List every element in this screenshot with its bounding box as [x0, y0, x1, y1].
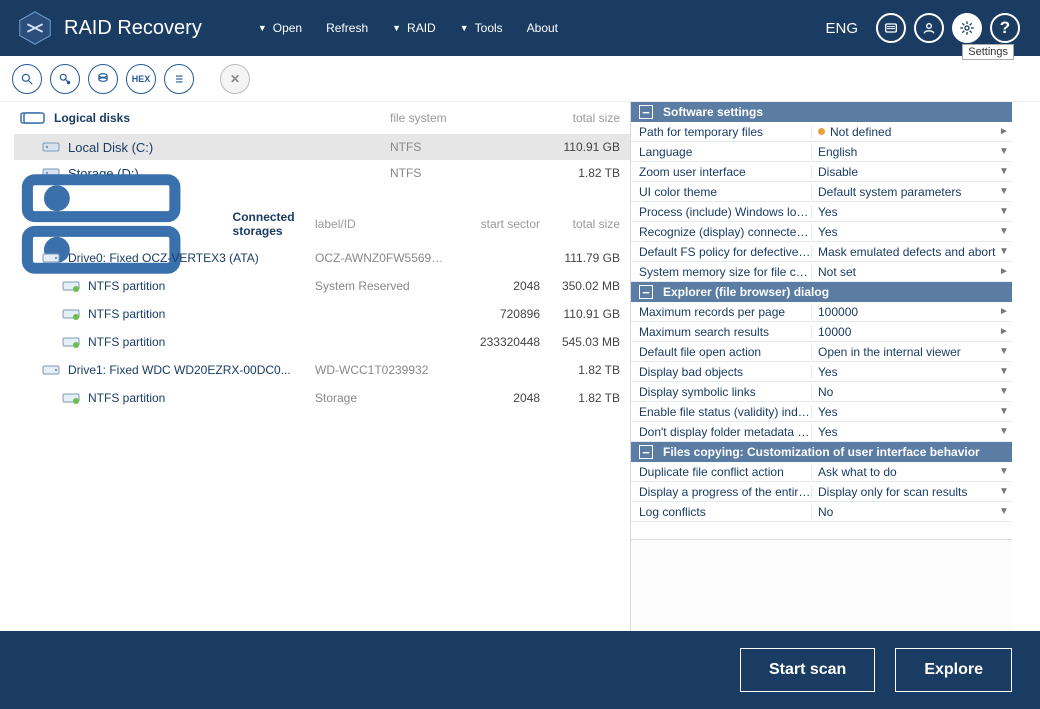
logical-disks-heading-text: Logical disks: [54, 111, 390, 125]
settings-icon[interactable]: [952, 13, 982, 43]
settings-row[interactable]: Recognize (display) connected me...Yes▼: [631, 222, 1012, 242]
chevron-down-icon: ▼: [996, 426, 1012, 437]
settings-section-header[interactable]: −Explorer (file browser) dialog: [631, 282, 1012, 302]
chevron-down-icon: ▼: [996, 226, 1012, 237]
main-menu: ▼Open▼Refresh▼RAID▼Tools▼About: [246, 21, 570, 35]
settings-section-header[interactable]: −Software settings: [631, 102, 1012, 122]
list-tool-icon[interactable]: [164, 64, 194, 94]
settings-tooltip: Settings: [962, 44, 1014, 60]
close-tool-icon[interactable]: ✕: [220, 64, 250, 94]
chevron-down-icon: ▼: [996, 206, 1012, 217]
collapse-icon[interactable]: −: [639, 445, 653, 459]
user-icon[interactable]: [914, 13, 944, 43]
settings-row[interactable]: Default FS policy for defective blo...Ma…: [631, 242, 1012, 262]
arrow-right-icon: ►: [996, 326, 1012, 337]
raid-tool-icon[interactable]: [88, 64, 118, 94]
settings-row[interactable]: UI color themeDefault system parameters▼: [631, 182, 1012, 202]
chevron-down-icon: ▼: [996, 346, 1012, 357]
footer: Start scan Explore: [0, 631, 1040, 709]
arrow-right-icon: ►: [996, 266, 1012, 277]
settings-sidebar: −Software settingsPath for temporary fil…: [630, 102, 1012, 631]
search-tool-icon[interactable]: [12, 64, 42, 94]
collapse-icon[interactable]: −: [639, 105, 653, 119]
app-header: RAID Recovery ▼Open▼Refresh▼RAID▼Tools▼A…: [0, 0, 1040, 56]
settings-row[interactable]: Maximum records per page100000►: [631, 302, 1012, 322]
arrow-right-icon: ►: [996, 126, 1012, 137]
partition-row[interactable]: NTFS partition233320448545.03 MB: [14, 328, 630, 356]
chevron-down-icon: ▼: [996, 486, 1012, 497]
collapse-icon[interactable]: −: [639, 285, 653, 299]
arrow-right-icon: ►: [996, 306, 1012, 317]
settings-row[interactable]: Default file open actionOpen in the inte…: [631, 342, 1012, 362]
column-fs: file system: [390, 111, 540, 125]
menu-tools[interactable]: ▼Tools: [448, 21, 515, 35]
chevron-down-icon: ▼: [996, 386, 1012, 397]
storage-list: Logical disks file system total size Loc…: [0, 102, 630, 631]
column-label: label/ID: [315, 217, 445, 231]
contact-icon[interactable]: [876, 13, 906, 43]
explore-button[interactable]: Explore: [895, 648, 1012, 692]
settings-row[interactable]: Duplicate file conflict actionAsk what t…: [631, 462, 1012, 482]
chevron-down-icon: ▼: [996, 246, 1012, 257]
preview-pane: [631, 539, 1012, 631]
settings-section-header[interactable]: −Files copying: Customization of user in…: [631, 442, 1012, 462]
connected-storages-header: Connected storages label/ID start sector…: [14, 204, 630, 244]
column-total: total size: [540, 217, 630, 231]
connected-heading-text: Connected storages: [233, 210, 315, 238]
partition-row[interactable]: NTFS partition720896110.91 GB: [14, 300, 630, 328]
settings-row[interactable]: Zoom user interfaceDisable▼: [631, 162, 1012, 182]
chevron-down-icon: ▼: [996, 506, 1012, 517]
partition-row[interactable]: NTFS partitionStorage20481.82 TB: [14, 384, 630, 412]
chevron-down-icon: ▼: [996, 186, 1012, 197]
column-size: total size: [540, 111, 630, 125]
settings-row[interactable]: Enable file status (validity) indicati..…: [631, 402, 1012, 422]
language-button[interactable]: ENG: [825, 20, 858, 37]
settings-row[interactable]: Process (include) Windows logical ...Yes…: [631, 202, 1012, 222]
chevron-down-icon: ▼: [996, 466, 1012, 477]
app-title: RAID Recovery: [64, 17, 202, 40]
chevron-down-icon: ▼: [996, 406, 1012, 417]
settings-row[interactable]: System memory size for file cache...Not …: [631, 262, 1012, 282]
menu-refresh[interactable]: ▼Refresh: [314, 21, 380, 35]
column-start: start sector: [445, 217, 540, 231]
chevron-down-icon: ▼: [996, 366, 1012, 377]
logical-disks-header: Logical disks file system total size: [14, 102, 630, 134]
settings-row[interactable]: Path for temporary filesNot defined►: [631, 122, 1012, 142]
app-logo-icon: [16, 9, 54, 47]
hex-tool-icon[interactable]: HEX: [126, 64, 156, 94]
settings-row[interactable]: Maximum search results10000►: [631, 322, 1012, 342]
search-settings-tool-icon[interactable]: [50, 64, 80, 94]
toolbar: HEX ✕: [0, 56, 1040, 102]
settings-row[interactable]: LanguageEnglish▼: [631, 142, 1012, 162]
help-icon[interactable]: ?: [990, 13, 1020, 43]
start-scan-button[interactable]: Start scan: [740, 648, 875, 692]
drive-row[interactable]: Drive1: Fixed WDC WD20EZRX-00DC0...WD-WC…: [14, 356, 630, 384]
settings-row[interactable]: Don't display folder metadata sizeYes▼: [631, 422, 1012, 442]
settings-row[interactable]: Display bad objectsYes▼: [631, 362, 1012, 382]
menu-open[interactable]: ▼Open: [246, 21, 314, 35]
settings-row[interactable]: Display symbolic linksNo▼: [631, 382, 1012, 402]
chevron-down-icon: ▼: [996, 146, 1012, 157]
chevron-down-icon: ▼: [996, 166, 1012, 177]
menu-about[interactable]: ▼About: [515, 21, 570, 35]
menu-raid[interactable]: ▼RAID: [380, 21, 448, 35]
settings-row[interactable]: Display a progress of the entire c...Dis…: [631, 482, 1012, 502]
settings-row[interactable]: Log conflictsNo▼: [631, 502, 1012, 522]
logical-disk-row[interactable]: Local Disk (C:)NTFS110.91 GB: [14, 134, 630, 160]
